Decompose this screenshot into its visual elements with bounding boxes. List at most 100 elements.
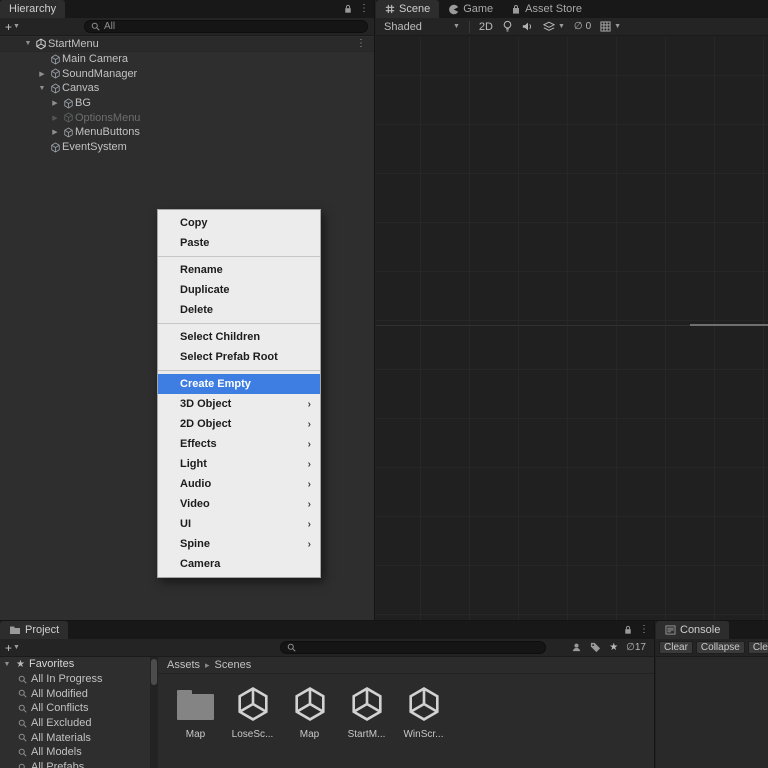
hierarchy-row-soundmanager[interactable]: ▶ SoundManager bbox=[0, 66, 374, 81]
hierarchy-tabstrip: Hierarchy ⋮ bbox=[0, 0, 374, 18]
hierarchy-row-optionsmenu[interactable]: ▶ OptionsMenu bbox=[0, 110, 374, 125]
menu-item-3d-object[interactable]: 3D Object › bbox=[158, 394, 320, 414]
scene-viewport[interactable] bbox=[376, 37, 768, 620]
foldout-open-icon[interactable]: ▼ bbox=[22, 40, 34, 47]
project-tree-scrollbar[interactable] bbox=[150, 657, 158, 768]
foldout-open-icon[interactable]: ▼ bbox=[2, 661, 12, 668]
object-label: BG bbox=[75, 97, 91, 110]
menu-item-label: Select Children bbox=[180, 331, 261, 343]
favorite-item-all-models[interactable]: All Models bbox=[0, 745, 150, 760]
favorite-item-all-excluded[interactable]: All Excluded bbox=[0, 716, 150, 731]
hidden-objects-toggle[interactable]: ∅ 0 bbox=[574, 21, 591, 32]
asset-label: Map bbox=[185, 729, 206, 740]
menu-item-2d-object[interactable]: 2D Object › bbox=[158, 414, 320, 434]
favorite-item-all-in-progress[interactable]: All In Progress bbox=[0, 672, 150, 687]
favorite-item-all-modified[interactable]: All Modified bbox=[0, 686, 150, 701]
menu-item-duplicate[interactable]: Duplicate bbox=[158, 280, 320, 300]
foldout-closed-icon[interactable]: ▶ bbox=[49, 114, 61, 122]
tab-console[interactable]: Console bbox=[656, 621, 730, 639]
tab-asset-store-label: Asset Store bbox=[525, 3, 583, 15]
tab-project[interactable]: Project bbox=[0, 621, 69, 639]
scene-lighting-button[interactable] bbox=[502, 20, 513, 33]
menu-item-copy[interactable]: Copy bbox=[158, 213, 320, 233]
menu-item-light[interactable]: Light › bbox=[158, 454, 320, 474]
scene-panel: Scene Game Asset Store Shaded ▼ 2D ▼ ∅ 0… bbox=[376, 0, 768, 620]
menu-item-ui[interactable]: UI › bbox=[158, 514, 320, 534]
scene-effects-dropdown[interactable]: ▼ bbox=[542, 21, 565, 32]
collapse-button-label: Collapse bbox=[700, 642, 740, 653]
hierarchy-row-eventsystem[interactable]: EventSystem bbox=[0, 140, 374, 155]
favorite-item-all-prefabs[interactable]: All Prefabs bbox=[0, 760, 150, 768]
hierarchy-row-bg[interactable]: ▶ BG bbox=[0, 96, 374, 111]
lock-icon[interactable] bbox=[624, 625, 632, 635]
asset-tile-map-folder[interactable]: Map bbox=[170, 681, 221, 740]
menu-item-spine[interactable]: Spine › bbox=[158, 534, 320, 554]
menu-separator bbox=[158, 323, 320, 324]
foldout-closed-icon[interactable]: ▶ bbox=[49, 128, 61, 136]
chevron-down-icon: ▼ bbox=[452, 23, 460, 30]
console-log-area[interactable] bbox=[656, 657, 768, 768]
search-by-type-icon[interactable] bbox=[571, 642, 582, 653]
menu-item-delete[interactable]: Delete bbox=[158, 300, 320, 320]
console-panel: Console Clear Collapse Clea bbox=[656, 621, 768, 768]
project-search-input[interactable] bbox=[280, 641, 546, 654]
asset-tile-startmenu[interactable]: StartM... bbox=[341, 681, 392, 740]
menu-item-label: Duplicate bbox=[180, 284, 230, 296]
toggle-2d-button[interactable]: 2D bbox=[479, 21, 493, 33]
breadcrumb-scenes[interactable]: Scenes bbox=[215, 659, 252, 671]
asset-tile-losescene[interactable]: LoseSc... bbox=[227, 681, 278, 740]
hierarchy-row-canvas[interactable]: ▼ Canvas bbox=[0, 81, 374, 96]
favorite-item-all-conflicts[interactable]: All Conflicts bbox=[0, 701, 150, 716]
menu-item-create-empty[interactable]: Create Empty bbox=[158, 374, 320, 394]
menu-item-rename[interactable]: Rename bbox=[158, 260, 320, 280]
shading-mode-dropdown[interactable]: Shaded ▼ bbox=[384, 21, 460, 33]
asset-tile-map-scene[interactable]: Map bbox=[284, 681, 335, 740]
tab-hierarchy[interactable]: Hierarchy bbox=[0, 0, 66, 18]
scene-menu-icon[interactable]: ⋮ bbox=[356, 38, 366, 49]
collapse-button[interactable]: Collapse bbox=[695, 641, 745, 654]
create-asset-dropdown-button[interactable]: + ▼ bbox=[0, 641, 25, 655]
asset-tile-winscreen[interactable]: WinScr... bbox=[398, 681, 449, 740]
favorites-star-icon[interactable]: ★ bbox=[609, 642, 618, 653]
folder-icon bbox=[9, 625, 21, 635]
effects-layers-icon bbox=[542, 21, 555, 32]
menu-item-select-children[interactable]: Select Children bbox=[158, 327, 320, 347]
panel-menu-icon[interactable]: ⋮ bbox=[359, 4, 369, 14]
breadcrumb-assets[interactable]: Assets bbox=[167, 659, 200, 671]
favorites-header[interactable]: ▼ ★ Favorites bbox=[0, 657, 150, 672]
hierarchy-search-input[interactable]: All bbox=[84, 20, 368, 33]
hierarchy-row-main-camera[interactable]: Main Camera bbox=[0, 52, 374, 67]
hierarchy-row-menubuttons[interactable]: ▶ MenuButtons bbox=[0, 125, 374, 140]
hierarchy-scene-row[interactable]: ▼ StartMenu ⋮ bbox=[0, 37, 374, 52]
menu-item-label: Spine bbox=[180, 538, 210, 550]
favorite-item-all-materials[interactable]: All Materials bbox=[0, 730, 150, 745]
menu-item-paste[interactable]: Paste bbox=[158, 233, 320, 253]
scrollbar-thumb[interactable] bbox=[151, 659, 157, 685]
menu-item-select-prefab-root[interactable]: Select Prefab Root bbox=[158, 347, 320, 367]
scene-audio-button[interactable] bbox=[522, 21, 534, 32]
menu-item-video[interactable]: Video › bbox=[158, 494, 320, 514]
grid-settings-dropdown[interactable]: ▼ bbox=[600, 21, 621, 32]
panel-menu-icon[interactable]: ⋮ bbox=[639, 625, 649, 635]
tab-game[interactable]: Game bbox=[439, 0, 502, 18]
favorite-label: All In Progress bbox=[31, 673, 103, 686]
clear-on-play-button-label: Clea bbox=[752, 642, 768, 653]
foldout-closed-icon[interactable]: ▶ bbox=[36, 70, 48, 78]
tab-asset-store[interactable]: Asset Store bbox=[502, 0, 591, 18]
menu-item-camera[interactable]: Camera bbox=[158, 554, 320, 574]
tab-scene[interactable]: Scene bbox=[376, 0, 440, 18]
clear-button[interactable]: Clear bbox=[659, 641, 693, 654]
foldout-open-icon[interactable]: ▼ bbox=[36, 85, 48, 92]
menu-item-effects[interactable]: Effects › bbox=[158, 434, 320, 454]
submenu-arrow-icon: › bbox=[307, 458, 311, 470]
foldout-closed-icon[interactable]: ▶ bbox=[49, 99, 61, 107]
tab-scene-label: Scene bbox=[399, 3, 431, 15]
hidden-packages-toggle[interactable]: ∅17 bbox=[626, 642, 646, 653]
create-dropdown-button[interactable]: + ▼ bbox=[0, 20, 25, 34]
menu-item-audio[interactable]: Audio › bbox=[158, 474, 320, 494]
clear-on-play-button[interactable]: Clea bbox=[747, 641, 768, 654]
object-label: MenuButtons bbox=[75, 126, 140, 139]
clear-button-label: Clear bbox=[664, 642, 688, 653]
lock-icon[interactable] bbox=[344, 4, 352, 14]
search-by-label-icon[interactable] bbox=[590, 642, 601, 653]
